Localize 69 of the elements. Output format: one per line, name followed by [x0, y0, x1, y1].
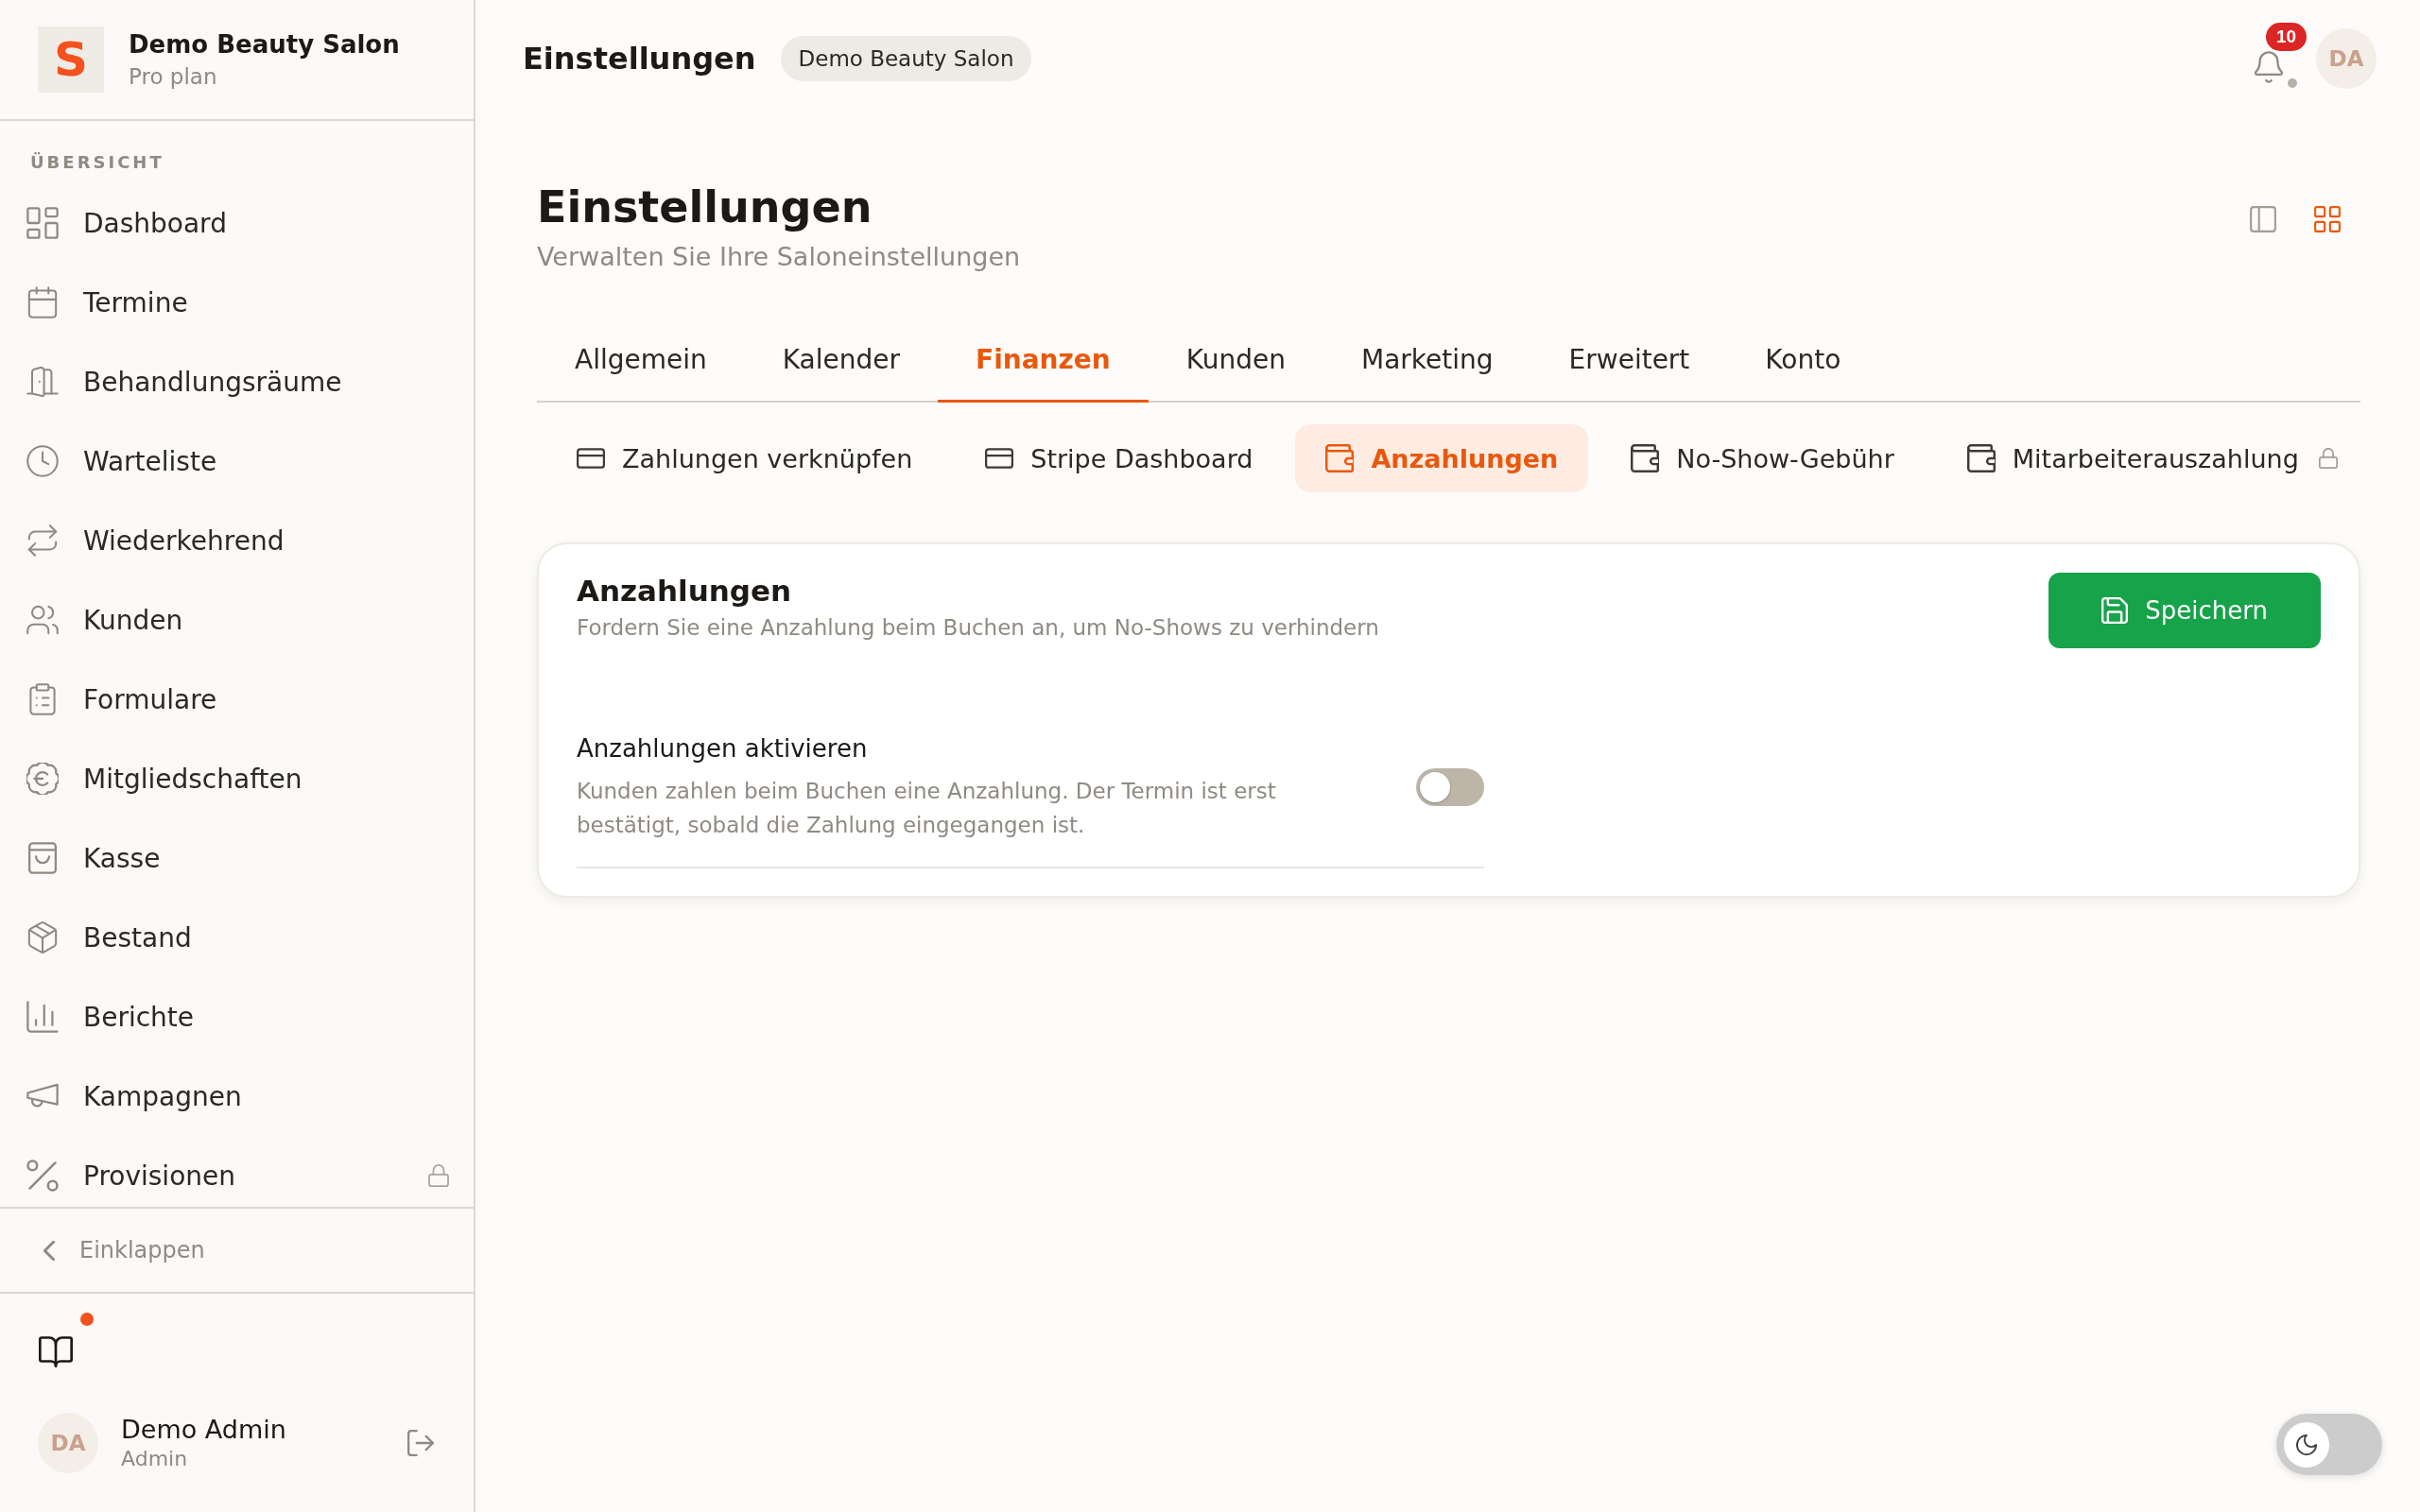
- logout-icon: [407, 1430, 434, 1456]
- clipboard-icon: [26, 683, 59, 715]
- card-title: Anzahlungen: [577, 573, 793, 609]
- sidebar-item[interactable]: Mitgliedschaften: [0, 739, 474, 818]
- sidebar-item[interactable]: Kunden: [0, 580, 474, 660]
- sidebar-item[interactable]: Provisionen: [0, 1136, 474, 1207]
- notification-dot: [80, 1313, 94, 1326]
- settings-tab[interactable]: Allgemein: [537, 319, 745, 403]
- subtab[interactable]: Mitarbeiterauszahlung: [1936, 424, 2368, 492]
- wallet-icon: [1966, 444, 1996, 472]
- setting-label: Anzahlungen aktivieren: [577, 733, 869, 765]
- sidebar-item[interactable]: Formulare: [0, 660, 474, 739]
- door-icon: [26, 366, 59, 398]
- euro-badge-icon: [26, 763, 59, 795]
- page-subtitle: Verwalten Sie Ihre Saloneinstellungen: [537, 241, 1021, 273]
- page-title: Einstellungen: [537, 180, 873, 233]
- layout-grid-icon: [26, 207, 59, 239]
- settings-tab[interactable]: Kunden: [1148, 319, 1323, 403]
- settings-tab[interactable]: Kalender: [744, 319, 939, 403]
- chevron-left-icon: [43, 1240, 55, 1261]
- subtab[interactable]: No-Show-Gebühr: [1600, 424, 1925, 492]
- sidebar-item[interactable]: Termine: [0, 263, 474, 342]
- workspace-badge: Demo Beauty Salon: [780, 36, 1032, 81]
- brand-logo: S: [38, 26, 104, 93]
- toggle-switch[interactable]: [1416, 768, 1484, 806]
- notification-count: 10: [2266, 23, 2307, 51]
- sidebar-item[interactable]: Berichte: [0, 977, 474, 1057]
- section-label: ÜBERSICHT: [30, 151, 164, 174]
- card-description: Fordern Sie eine Anzahlung beim Buchen an, um No-Shows zu verhindern: [577, 614, 1379, 642]
- sidebar-item[interactable]: Kasse: [0, 818, 474, 898]
- bell-icon: [2255, 51, 2283, 83]
- credit-card-icon: [985, 448, 1014, 469]
- box-icon: [26, 921, 59, 954]
- subtab[interactable]: Zahlungen verknüpfen: [546, 424, 943, 492]
- top-title: Einstellungen: [523, 41, 756, 77]
- settings-tab[interactable]: Marketing: [1323, 319, 1531, 403]
- percent-icon: [26, 1160, 59, 1192]
- sidebar-item[interactable]: Wiederkehrend: [0, 501, 474, 580]
- notification-button[interactable]: 10: [2250, 21, 2310, 89]
- sidebar-item[interactable]: Warteliste: [0, 421, 474, 501]
- sidebar-item[interactable]: Dashboard: [0, 183, 474, 263]
- user-name: Demo Admin: [121, 1414, 286, 1446]
- user-avatar: DA: [38, 1413, 98, 1473]
- lock-icon: [428, 1164, 449, 1187]
- sidebar-panel-icon: [2250, 206, 2276, 232]
- book-icon: [39, 1335, 73, 1367]
- lock-icon: [2318, 448, 2338, 469]
- bar-chart-icon: [26, 1001, 59, 1033]
- brand-name: Demo Beauty Salon: [129, 29, 400, 60]
- calendar-icon: [26, 286, 59, 318]
- moon-icon: [2296, 1434, 2317, 1455]
- clock-icon: [26, 445, 59, 477]
- shopping-bag-icon: [26, 842, 59, 874]
- wallet-icon: [1631, 444, 1660, 472]
- wallet-icon: [1325, 444, 1355, 472]
- sidebar-item[interactable]: Bestand: [0, 898, 474, 977]
- settings-tab[interactable]: Konto: [1727, 319, 1879, 403]
- settings-tab[interactable]: Erweitert: [1530, 319, 1728, 403]
- user-role: Admin: [121, 1446, 189, 1472]
- sidebar-item[interactable]: Kampagnen: [0, 1057, 474, 1136]
- users-icon: [26, 604, 59, 636]
- grid-icon: [2314, 206, 2341, 232]
- plan-label: Pro plan: [129, 63, 218, 91]
- sidebar-item[interactable]: Behandlungsräume: [0, 342, 474, 421]
- credit-card-icon: [577, 448, 605, 469]
- save-icon: [2101, 597, 2129, 624]
- subtab[interactable]: Stripe Dashboard: [955, 424, 1284, 492]
- setting-description: Kunden zahlen beim Buchen eine Anzahlung. Der Termin ist erst bestätigt, sobald die Zahlung eingegangen ist.: [577, 778, 1277, 839]
- repeat-arrows-icon: [26, 524, 59, 557]
